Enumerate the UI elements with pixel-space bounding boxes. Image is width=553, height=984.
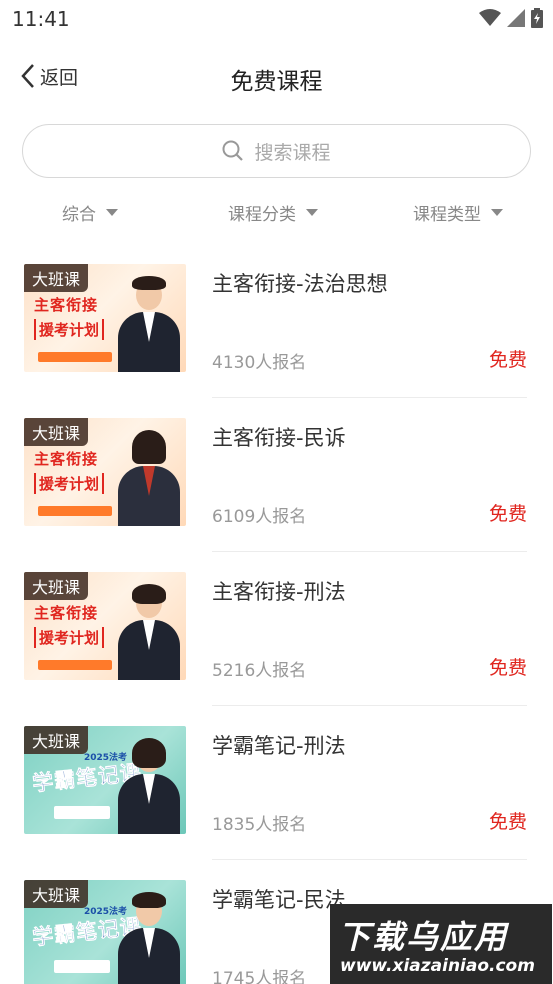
teacher-portrait [118, 430, 180, 526]
course-item[interactable]: 大班课 主客衔接 援考计划 主客衔接-法治思想 4130人报名 免费 [0, 244, 553, 398]
course-thumbnail: 大班课 主客衔接 援考计划 [24, 418, 186, 526]
caret-down-icon [306, 209, 318, 216]
teacher-portrait [118, 584, 180, 680]
filter-type[interactable]: 课程类型 [413, 200, 503, 225]
teacher-portrait [118, 892, 180, 984]
filter-sort-label: 综合 [62, 205, 96, 225]
thumb-line2: 援考计划 [34, 319, 105, 340]
course-list: 大班课 主客衔接 援考计划 主客衔接-法治思想 4130人报名 免费 大班课 主… [0, 244, 553, 984]
search-placeholder: 搜索课程 [254, 141, 331, 164]
signal-icon [507, 9, 525, 27]
course-enroll-count: 5216人报名 [212, 661, 307, 681]
thumb-strip [38, 506, 112, 516]
header: 返回 免费课程 [0, 50, 553, 106]
course-thumbnail: 大班课 主客衔接 援考计划 [24, 264, 186, 372]
course-badge: 大班课 [24, 726, 89, 754]
status-bar: 11:41 [0, 0, 553, 38]
course-thumbnail: 大班课 2025法考 学霸笔记课 [24, 880, 186, 984]
page-title: 免费课程 [230, 69, 323, 95]
course-title: 学霸笔记-刑法 [212, 734, 346, 758]
course-price: 免费 [488, 503, 527, 525]
teacher-portrait [118, 276, 180, 372]
course-badge: 大班课 [24, 572, 89, 600]
watermark-url: www.xiazainiao.com [340, 956, 535, 976]
course-thumbnail: 大班课 2025法考 学霸笔记课 [24, 726, 186, 834]
course-badge: 大班课 [24, 880, 89, 908]
thumb-line2: 援考计划 [34, 473, 105, 494]
caret-down-icon [491, 209, 503, 216]
course-enroll-count: 1745人报名 [212, 969, 307, 984]
course-price: 免费 [488, 349, 527, 371]
course-title: 主客衔接-民诉 [212, 426, 346, 450]
watermark: 下载乌应用 www.xiazainiao.com [330, 904, 552, 984]
status-time: 11:41 [12, 7, 70, 31]
course-title: 学霸笔记-民法 [212, 888, 346, 912]
filter-type-label: 课程类型 [413, 205, 481, 225]
course-item[interactable]: 大班课 主客衔接 援考计划 主客衔接-刑法 5216人报名 免费 [0, 552, 553, 706]
teacher-portrait [118, 738, 180, 834]
course-price: 免费 [488, 811, 527, 833]
course-item[interactable]: 大班课 主客衔接 援考计划 主客衔接-民诉 6109人报名 免费 [0, 398, 553, 552]
course-title: 主客衔接-刑法 [212, 580, 346, 604]
filter-sort[interactable]: 综合 [62, 200, 118, 225]
filter-bar: 综合 课程分类 课程类型 [0, 196, 553, 230]
filter-category-label: 课程分类 [228, 205, 296, 225]
thumb-strip [54, 806, 110, 819]
course-enroll-count: 6109人报名 [212, 507, 307, 527]
watermark-title: 下载乌应用 [338, 918, 509, 956]
search-input[interactable]: 搜索课程 [22, 124, 531, 178]
course-enroll-count: 1835人报名 [212, 815, 307, 835]
caret-down-icon [106, 209, 118, 216]
battery-icon [531, 8, 543, 28]
course-badge: 大班课 [24, 418, 89, 446]
course-thumbnail: 大班课 主客衔接 援考计划 [24, 572, 186, 680]
filter-category[interactable]: 课程分类 [228, 200, 318, 225]
course-title: 主客衔接-法治思想 [212, 272, 388, 296]
wifi-icon [479, 9, 501, 26]
course-badge: 大班课 [24, 264, 89, 292]
search-icon [222, 140, 244, 161]
course-enroll-count: 4130人报名 [212, 353, 307, 373]
course-price: 免费 [488, 657, 527, 679]
thumb-line2: 援考计划 [34, 627, 105, 648]
thumb-strip [38, 352, 112, 362]
course-item[interactable]: 大班课 2025法考 学霸笔记课 学霸笔记-刑法 1835人报名 免费 [0, 706, 553, 860]
thumb-strip [38, 660, 112, 670]
status-icons [479, 8, 543, 28]
thumb-strip [54, 960, 110, 973]
